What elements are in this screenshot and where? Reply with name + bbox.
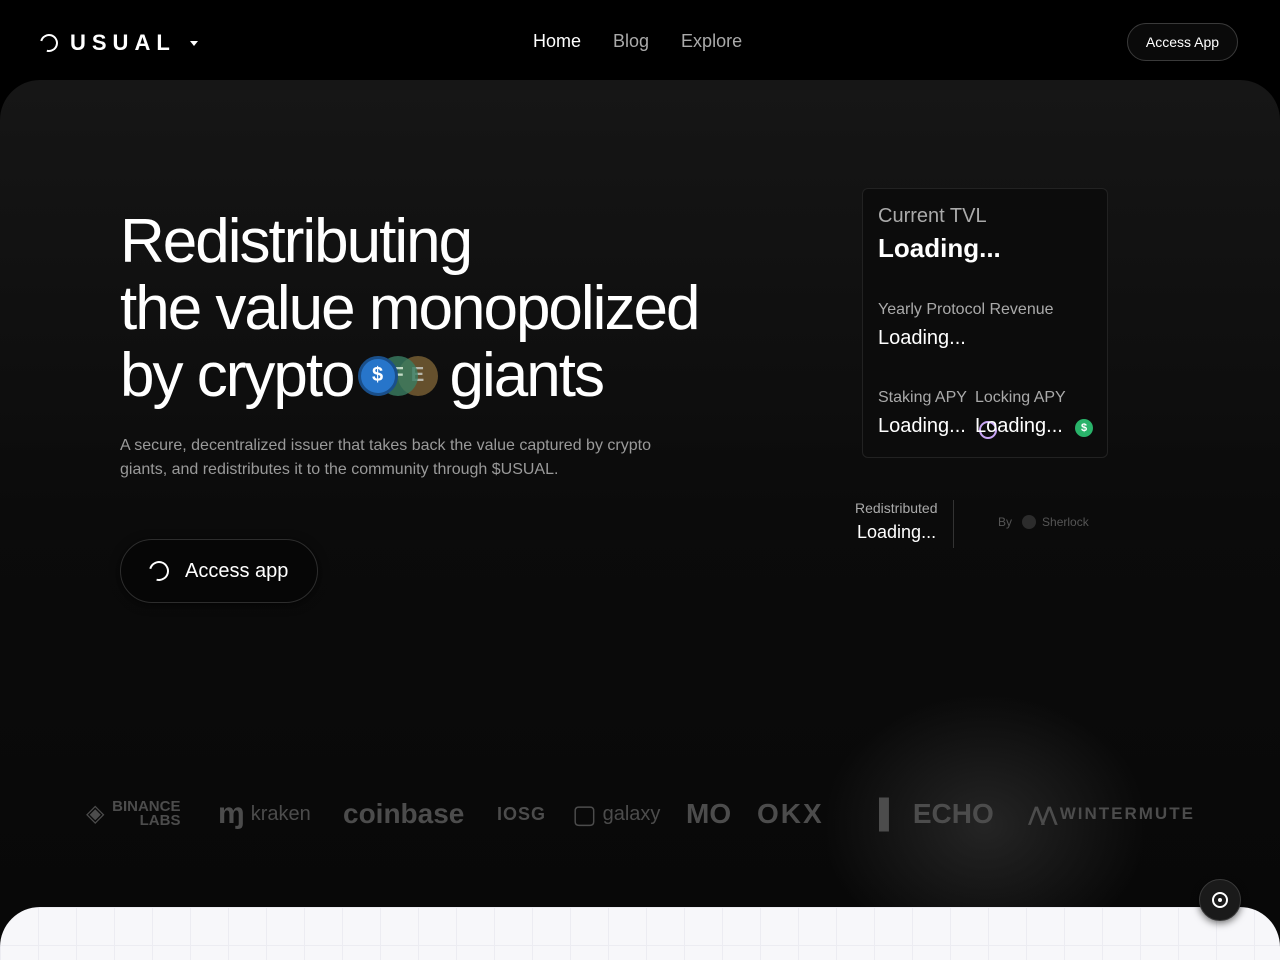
partner-logo-kraken: ɱ kraken <box>218 790 311 838</box>
revenue-value: Loading... <box>878 327 966 349</box>
hero-title-line2: the value monopolized <box>120 274 700 343</box>
access-app-button[interactable]: Access App <box>1127 23 1238 61</box>
partner-logo-iosg: IOSG <box>497 790 546 838</box>
partner-name: IOSG <box>497 803 547 824</box>
audited-by[interactable]: By Sherlock <box>998 515 1089 529</box>
partner-logos: ◈ BINANCE LABS ɱ kraken coinbase IOSG ▢ … <box>0 790 1280 838</box>
next-section <box>0 907 1280 960</box>
partner-name: OKX <box>757 798 824 829</box>
partner-name: kraken <box>250 802 311 825</box>
redistributed-value: Loading... <box>857 522 937 542</box>
tvl-value: Loading... <box>878 233 1001 263</box>
hero-subtitle: A secure, decentralized issuer that take… <box>120 437 651 478</box>
usual-logo-icon <box>36 30 62 56</box>
hero-title-line3a: by crypto <box>120 341 356 410</box>
revenue-label: Yearly Protocol Revenue <box>878 301 1054 318</box>
stats-card: Current TVL Loading... Yearly Protocol R… <box>862 188 1108 458</box>
nav-link-blog[interactable]: Blog <box>613 31 649 52</box>
wintermute-icon: ⋀⋀ <box>1028 803 1058 826</box>
partner-logo-coinbase: coinbase <box>343 790 464 838</box>
partner-name: coinbase <box>343 798 465 829</box>
cta-label: Access app <box>185 559 289 582</box>
sherlock-name: Sherlock <box>1042 515 1089 529</box>
nav-link-explore[interactable]: Explore <box>681 31 742 52</box>
usual-coin-icon: $ <box>1075 419 1093 437</box>
locking-apy-label: Locking APY <box>975 389 1066 406</box>
tvl-label: Current TVL <box>878 205 987 227</box>
stablecoin-icons: $ F E <box>357 354 440 398</box>
echo-icon: ▌ <box>879 798 899 829</box>
usual-logo-icon <box>145 557 173 585</box>
staking-apy-value: Loading... <box>878 415 966 437</box>
partner-logo-okx: OKX <box>757 790 824 838</box>
partner-logo-galaxy: ▢ galaxy <box>572 790 660 838</box>
floating-widget-button[interactable] <box>1199 879 1241 921</box>
usdc-coin-icon: $ <box>357 355 398 396</box>
partner-logo-echo: ▌ ECHO <box>879 790 994 838</box>
target-icon <box>1212 892 1228 908</box>
top-nav: USUAL Home Blog Explore Access App <box>0 0 1280 84</box>
locking-apy-value: Loading... <box>975 415 1063 437</box>
access-app-cta-button[interactable]: Access app <box>120 539 318 603</box>
partner-name: BINANCE LABS <box>112 798 181 829</box>
by-label: By <box>998 515 1013 529</box>
hero-title: Redistributing the value monopolized by … <box>120 207 700 410</box>
partner-logo-wintermute: ⋀⋀ WINTERMUTE <box>1028 790 1195 838</box>
logo-text: USUAL <box>70 30 176 55</box>
kraken-icon: ɱ <box>218 797 245 830</box>
staking-apy-label: Staking APY <box>878 389 967 406</box>
partner-logo-mo: MO <box>686 790 731 838</box>
usual-logo[interactable]: USUAL <box>36 30 198 56</box>
redistributed-label: Redistributed <box>855 500 938 516</box>
partner-name: ECHO <box>912 798 994 829</box>
hero-title-line1: Redistributing <box>120 207 473 276</box>
chevron-down-icon[interactable] <box>189 40 198 46</box>
partner-logo-binance-labs: ◈ BINANCE LABS <box>86 790 180 838</box>
hero-title-line3b: giants <box>449 341 605 410</box>
partner-name: MO <box>686 798 732 829</box>
nav-link-home[interactable]: Home <box>533 31 581 52</box>
partner-name: WINTERMUTE <box>1059 804 1195 823</box>
galaxy-icon: ▢ <box>572 798 597 829</box>
nav-links: Home Blog Explore <box>533 31 742 52</box>
redistributed-stat: Redistributed Loading... <box>845 500 954 548</box>
sherlock-icon <box>1022 515 1037 529</box>
partner-name: galaxy <box>602 802 661 825</box>
binance-icon: ◈ <box>86 800 105 827</box>
